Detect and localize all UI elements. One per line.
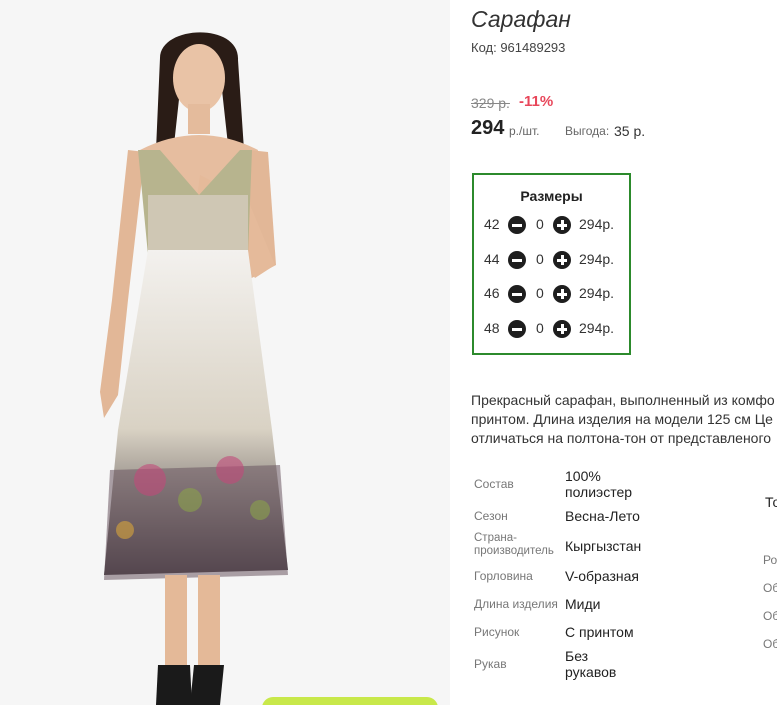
- attr-label-pattern: Рисунок: [474, 625, 520, 639]
- product-title: Сарафан: [471, 6, 571, 32]
- minus-icon[interactable]: [508, 285, 526, 303]
- description-line: Прекрасный сарафан, выполненный из комфо: [471, 392, 775, 408]
- attr-value-country: Кыргызстан: [565, 538, 642, 554]
- sizes-panel: Размеры 42 0 294р. 44 0 294р. 46 0 294р.…: [472, 173, 631, 355]
- plus-icon[interactable]: [553, 285, 571, 303]
- price-unit: р./шт.: [509, 124, 540, 138]
- quantity-value: 0: [536, 320, 544, 336]
- attr-value-length: Миди: [565, 596, 601, 612]
- product-photo[interactable]: [0, 0, 450, 705]
- description-line: отличаться на полтона-тон от представлен…: [471, 430, 772, 446]
- cut-off-label: Об: [763, 637, 777, 651]
- size-label: 44: [484, 251, 500, 267]
- size-label: 48: [484, 320, 500, 336]
- minus-icon[interactable]: [508, 216, 526, 234]
- attr-label-neckline: Горловина: [474, 569, 533, 583]
- cut-off-label: Об: [763, 581, 777, 595]
- old-price: 329 р.: [471, 95, 510, 111]
- cut-off-heading: То: [765, 494, 777, 510]
- attr-label-composition: Состав: [474, 477, 514, 491]
- product-description: Прекрасный сарафан, выполненный из комфо…: [471, 391, 777, 448]
- attr-value-composition: 100% полиэстер: [565, 468, 633, 500]
- cut-off-label: Об: [763, 609, 777, 623]
- size-label: 42: [484, 216, 500, 232]
- cut-off-label: Ро: [763, 553, 777, 567]
- size-row: 42 0 294р.: [474, 214, 629, 236]
- plus-icon[interactable]: [553, 320, 571, 338]
- minus-icon[interactable]: [508, 320, 526, 338]
- size-price: 294р.: [579, 216, 615, 232]
- plus-icon[interactable]: [553, 251, 571, 269]
- size-row: 48 0 294р.: [474, 318, 629, 340]
- size-label: 46: [484, 285, 500, 301]
- product-code: Код: 961489293: [471, 40, 566, 55]
- quantity-value: 0: [536, 251, 544, 267]
- plus-icon[interactable]: [553, 216, 571, 234]
- size-price: 294р.: [579, 285, 615, 301]
- buy-button[interactable]: [262, 697, 438, 705]
- quantity-value: 0: [536, 285, 544, 301]
- attr-value-sleeve: Без рукавов: [565, 648, 617, 680]
- size-price: 294р.: [579, 251, 615, 267]
- attr-label-sleeve: Рукав: [474, 657, 507, 671]
- attr-label-season: Сезон: [474, 509, 508, 523]
- sizes-title: Размеры: [520, 188, 583, 204]
- savings-label: Выгода:: [565, 124, 610, 138]
- quantity-value: 0: [536, 216, 544, 232]
- attr-value-neckline: V-образная: [565, 568, 639, 584]
- size-price: 294р.: [579, 320, 615, 336]
- attr-value-pattern: С принтом: [565, 624, 634, 640]
- current-price: 294: [471, 117, 505, 139]
- product-info: Сарафан Код: 961489293 329 р. -11% 294 р…: [471, 0, 777, 705]
- attr-value-season: Весна-Лето: [565, 508, 640, 524]
- description-line: принтом. Длина изделия на модели 125 см …: [471, 411, 773, 427]
- size-row: 44 0 294р.: [474, 249, 629, 271]
- attr-label-length: Длина изделия: [474, 597, 558, 611]
- size-row: 46 0 294р.: [474, 283, 629, 305]
- attr-label-country: Страна-производитель: [474, 532, 554, 557]
- savings-value: 35 р.: [614, 123, 646, 139]
- minus-icon[interactable]: [508, 251, 526, 269]
- discount-badge: -11%: [519, 93, 554, 110]
- dress-model-image: [0, 0, 450, 705]
